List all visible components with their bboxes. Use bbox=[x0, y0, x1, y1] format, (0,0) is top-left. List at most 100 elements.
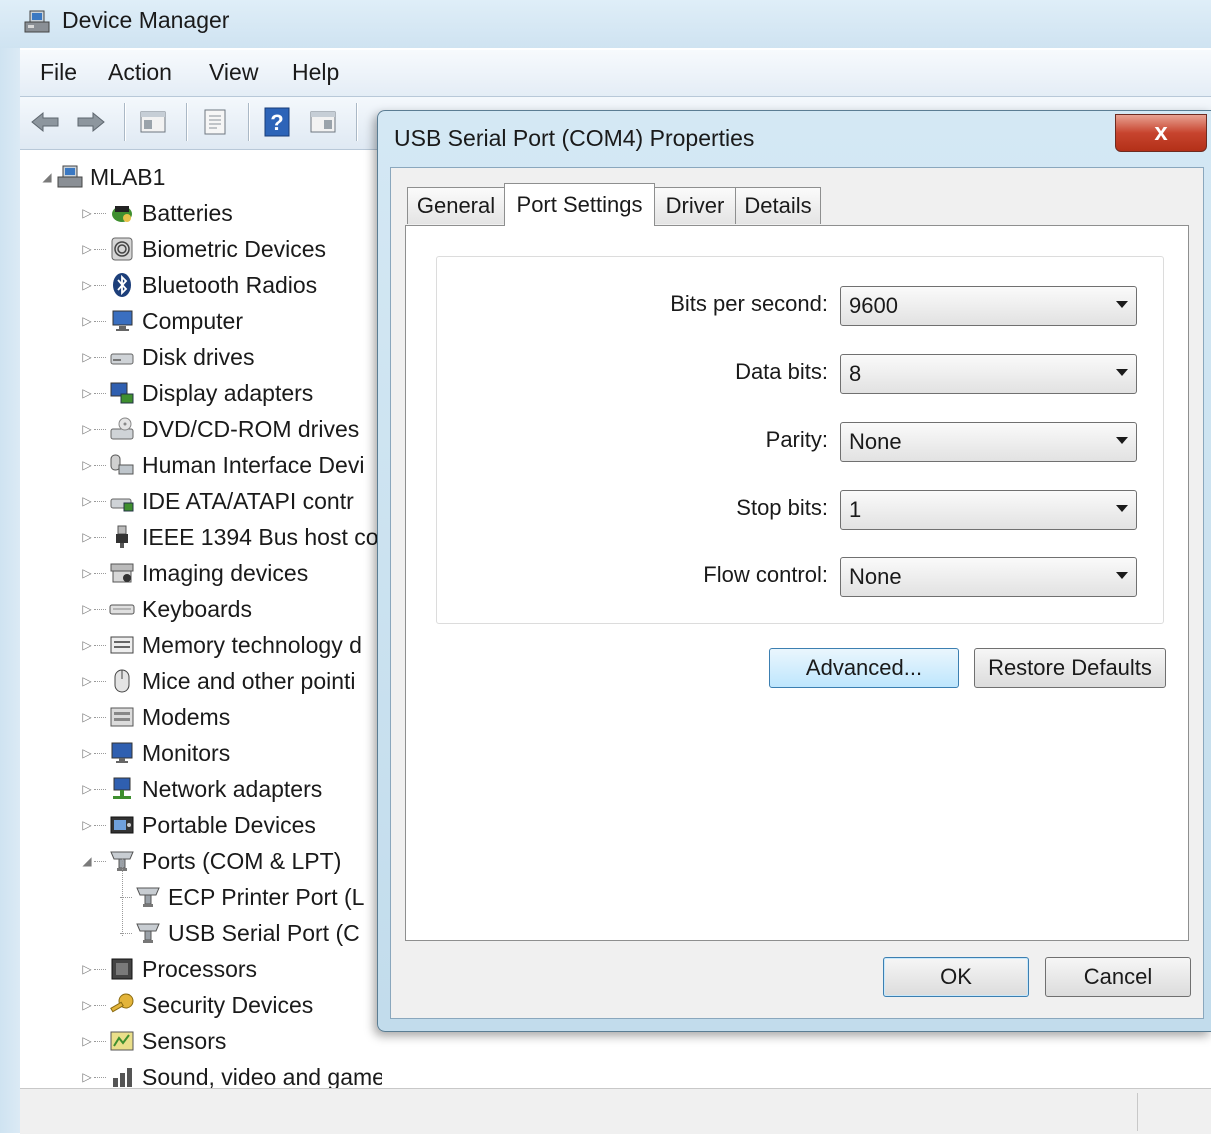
expand-arrow-icon[interactable]: ▷ bbox=[80, 494, 94, 508]
expand-arrow-icon[interactable]: ▷ bbox=[80, 818, 94, 832]
tree-item-label: Human Interface Devi bbox=[142, 451, 365, 478]
tree-item-display-adapters[interactable]: ▷ Display adapters bbox=[80, 376, 313, 410]
console-tree-icon[interactable] bbox=[308, 105, 338, 139]
ide-controller-icon bbox=[108, 487, 136, 515]
device-tree[interactable]: ◢ MLAB1 ▷ Batteries ▷ Biometric Devices ▷ Blu… bbox=[20, 150, 382, 1088]
tree-item-mice-and-other-pointi[interactable]: ▷ Mice and other pointi bbox=[80, 664, 355, 698]
tree-item-dvd-cd-rom-drives[interactable]: ▷ DVD/CD-ROM drives bbox=[80, 412, 359, 446]
tree-item-ieee-1394-bus-host-co[interactable]: ▷ IEEE 1394 Bus host co bbox=[80, 520, 378, 554]
processor-icon bbox=[108, 955, 136, 983]
tree-item-network-adapters[interactable]: ▷ Network adapters bbox=[80, 772, 322, 806]
expand-arrow-icon[interactable]: ▷ bbox=[80, 278, 94, 292]
expand-arrow-icon[interactable]: ▷ bbox=[80, 746, 94, 760]
flow-control-select[interactable]: None bbox=[840, 557, 1137, 597]
expand-arrow-icon[interactable]: ▷ bbox=[80, 242, 94, 256]
tree-root[interactable]: ◢ MLAB1 bbox=[40, 160, 165, 194]
properties-pane-icon[interactable] bbox=[138, 105, 168, 139]
tree-connector bbox=[94, 356, 106, 358]
advanced-button[interactable]: Advanced... bbox=[769, 648, 959, 688]
expand-arrow-icon[interactable]: ▷ bbox=[80, 1034, 94, 1048]
expand-arrow-icon[interactable]: ▷ bbox=[80, 998, 94, 1012]
tree-item-bluetooth-radios[interactable]: ▷ Bluetooth Radios bbox=[80, 268, 317, 302]
stop-bits-select[interactable]: 1 bbox=[840, 490, 1137, 530]
tree-item-ports-com-lpt[interactable]: ◢ Ports (COM & LPT) bbox=[80, 844, 341, 878]
menu-help[interactable]: Help bbox=[292, 59, 339, 86]
dropdown-arrow-icon bbox=[1116, 437, 1128, 444]
tab-port-settings[interactable]: Port Settings bbox=[504, 183, 655, 226]
expand-arrow-icon[interactable]: ▷ bbox=[80, 530, 94, 544]
close-button[interactable]: x bbox=[1115, 114, 1207, 152]
sound-icon bbox=[108, 1063, 136, 1088]
dialog-body: General Port Settings Driver Details Bit… bbox=[390, 167, 1204, 1019]
tree-connector bbox=[94, 1076, 106, 1078]
expand-arrow-icon[interactable]: ▷ bbox=[80, 1070, 94, 1084]
tree-item-imaging-devices[interactable]: ▷ Imaging devices bbox=[80, 556, 308, 590]
sensor-icon bbox=[108, 1027, 136, 1055]
tree-item-memory-technology-d[interactable]: ▷ Memory technology d bbox=[80, 628, 362, 662]
tree-connector bbox=[94, 428, 106, 430]
expand-arrow-icon[interactable]: ▷ bbox=[80, 566, 94, 580]
expand-arrow-icon[interactable]: ▷ bbox=[80, 314, 94, 328]
tree-item-label: Bluetooth Radios bbox=[142, 271, 318, 298]
tree-item-human-interface-devi[interactable]: ▷ Human Interface Devi bbox=[80, 448, 364, 482]
tree-item-batteries[interactable]: ▷ Batteries bbox=[80, 196, 232, 230]
cancel-button[interactable]: Cancel bbox=[1045, 957, 1191, 997]
back-arrow-icon[interactable] bbox=[30, 105, 60, 139]
collapse-arrow-icon[interactable]: ◢ bbox=[80, 854, 94, 868]
expand-arrow-icon[interactable]: ▷ bbox=[80, 422, 94, 436]
device-manager-titlebar[interactable]: Device Manager bbox=[0, 0, 1211, 48]
menu-view[interactable]: View bbox=[209, 59, 258, 86]
tree-item-sound-video-and-game-controllers[interactable]: ▷ Sound, video and game controllers bbox=[80, 1060, 382, 1089]
properties-icon[interactable] bbox=[200, 105, 230, 139]
dropdown-arrow-icon bbox=[1116, 369, 1128, 376]
status-bar bbox=[20, 1088, 1211, 1134]
expand-arrow-icon[interactable]: ▷ bbox=[80, 710, 94, 724]
help-icon[interactable]: ? bbox=[262, 105, 292, 139]
ok-button[interactable]: OK bbox=[883, 957, 1029, 997]
toolbar-separator bbox=[124, 103, 125, 141]
tree-item-label: DVD/CD-ROM drives bbox=[142, 415, 360, 442]
network-adapter-icon bbox=[108, 775, 136, 803]
parity-select[interactable]: None bbox=[840, 422, 1137, 462]
menu-file[interactable]: File bbox=[40, 59, 77, 86]
tree-item-monitors[interactable]: ▷ Monitors bbox=[80, 736, 230, 770]
tab-details[interactable]: Details bbox=[735, 187, 821, 224]
tree-item-disk-drives[interactable]: ▷ Disk drives bbox=[80, 340, 254, 374]
expand-arrow-icon[interactable]: ▷ bbox=[80, 602, 94, 616]
parity-label: Parity: bbox=[765, 427, 828, 452]
battery-icon bbox=[108, 199, 136, 227]
tree-item-security-devices[interactable]: ▷ Security Devices bbox=[80, 988, 313, 1022]
tab-driver[interactable]: Driver bbox=[654, 187, 736, 224]
menu-action[interactable]: Action bbox=[108, 59, 172, 86]
tab-general[interactable]: General bbox=[407, 187, 505, 224]
expand-arrow-icon[interactable]: ▷ bbox=[80, 782, 94, 796]
tree-item-biometric-devices[interactable]: ▷ Biometric Devices bbox=[80, 232, 326, 266]
restore-defaults-button[interactable]: Restore Defaults bbox=[974, 648, 1166, 688]
tree-item-computer[interactable]: ▷ Computer bbox=[80, 304, 243, 338]
expand-arrow-icon[interactable]: ▷ bbox=[80, 638, 94, 652]
expand-arrow-icon[interactable]: ▷ bbox=[80, 674, 94, 688]
tree-item-modems[interactable]: ▷ Modems bbox=[80, 700, 230, 734]
collapse-arrow-icon[interactable]: ◢ bbox=[40, 170, 54, 184]
tree-item-sensors[interactable]: ▷ Sensors bbox=[80, 1024, 226, 1058]
expand-arrow-icon[interactable]: ▷ bbox=[80, 350, 94, 364]
keyboard-icon bbox=[108, 595, 136, 623]
expand-arrow-icon[interactable]: ▷ bbox=[80, 206, 94, 220]
bluetooth-icon bbox=[108, 271, 136, 299]
tree-item-keyboards[interactable]: ▷ Keyboards bbox=[80, 592, 252, 626]
tree-child-item[interactable]: USB Serial Port (C bbox=[120, 916, 360, 950]
tree-item-ide-ata-atapi-contr[interactable]: ▷ IDE ATA/ATAPI contr bbox=[80, 484, 353, 518]
tree-connector bbox=[94, 572, 106, 574]
data-bits-select[interactable]: 8 bbox=[840, 354, 1137, 394]
tree-item-portable-devices[interactable]: ▷ Portable Devices bbox=[80, 808, 315, 842]
tree-child-item[interactable]: ECP Printer Port (L bbox=[120, 880, 364, 914]
properties-dialog: USB Serial Port (COM4) Properties x Gene… bbox=[377, 110, 1211, 1032]
hid-icon bbox=[108, 451, 136, 479]
bits-per-second-select[interactable]: 9600 bbox=[840, 286, 1137, 326]
memory-icon bbox=[108, 631, 136, 659]
forward-arrow-icon[interactable] bbox=[76, 105, 106, 139]
expand-arrow-icon[interactable]: ▷ bbox=[80, 962, 94, 976]
expand-arrow-icon[interactable]: ▷ bbox=[80, 386, 94, 400]
expand-arrow-icon[interactable]: ▷ bbox=[80, 458, 94, 472]
tree-item-processors[interactable]: ▷ Processors bbox=[80, 952, 257, 986]
